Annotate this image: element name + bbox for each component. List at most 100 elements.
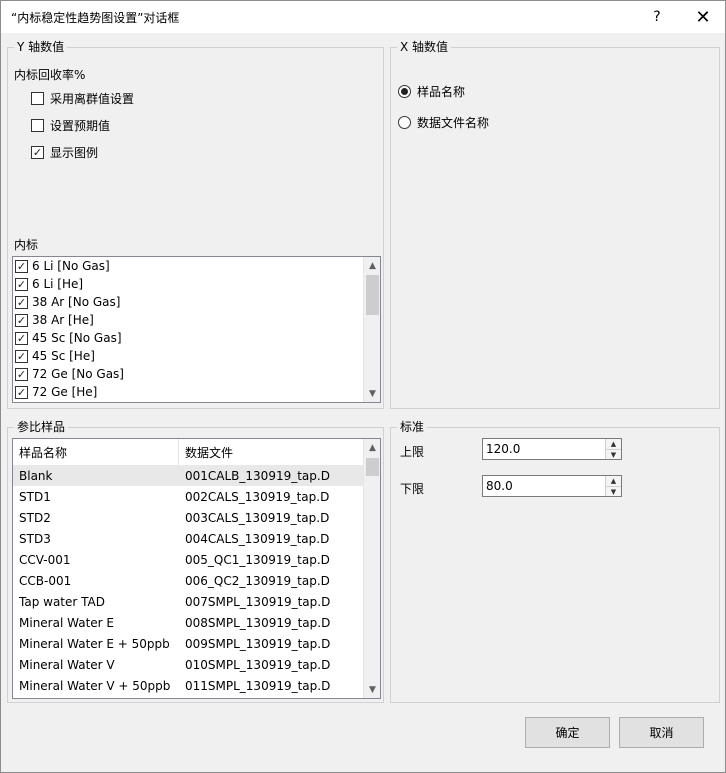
list-item[interactable]: ✓ 6 Li [He] xyxy=(13,275,83,293)
list-item-label: 45 Sc [No Gas] xyxy=(32,331,122,345)
table-row[interactable]: Mineral Water E 008SMPL_130919_tap.D xyxy=(13,612,365,633)
sample-name-label: 样品名称 xyxy=(417,85,466,99)
internal-std-label: 内标 xyxy=(14,238,39,252)
list-item-label: 38 Ar [He] xyxy=(32,313,94,327)
ref-samples-table[interactable]: 样品名称 数据文件 Blank 001CALB_130919_tap.D STD… xyxy=(12,438,381,699)
cell-sample-name: Blank xyxy=(19,468,53,483)
checkmark-icon: ✓ xyxy=(15,349,28,363)
data-file-name-radio[interactable]: 数据文件名称 xyxy=(398,114,489,131)
radio-circle xyxy=(398,85,411,98)
cell-data-file: 011SMPL_130919_tap.D xyxy=(185,678,331,693)
cell-data-file: 007SMPL_130919_tap.D xyxy=(185,594,331,609)
table-row[interactable]: Tap water TAD 007SMPL_130919_tap.D xyxy=(13,591,365,612)
help-button[interactable]: ? xyxy=(637,1,677,33)
upper-limit-value[interactable]: 120.0 xyxy=(486,442,520,456)
spin-buttons: ▲ ▼ xyxy=(605,439,621,459)
table-header: 样品名称 数据文件 xyxy=(13,439,365,465)
list-item-label: 38 Ar [No Gas] xyxy=(32,295,121,309)
upper-limit-spinner[interactable]: 120.0 ▲ ▼ xyxy=(482,438,622,460)
checkmark-icon: ✓ xyxy=(15,367,28,381)
cancel-button[interactable]: 取消 xyxy=(619,717,704,748)
scroll-down-icon[interactable]: ▼ xyxy=(364,681,380,698)
recovery-label: 内标回收率% xyxy=(14,68,86,82)
table-row[interactable]: CCV-001 005_QC1_130919_tap.D xyxy=(13,549,365,570)
cell-data-file: 009SMPL_130919_tap.D xyxy=(185,636,331,651)
scroll-up-icon[interactable]: ▲ xyxy=(364,257,380,274)
list-item[interactable]: ✓ 38 Ar [He] xyxy=(13,311,94,329)
checkmark-icon: ✓ xyxy=(15,385,28,399)
checkmark-icon: ✓ xyxy=(31,146,44,159)
outlier-label: 采用离群值设置 xyxy=(50,92,135,106)
cell-sample-name: Mineral Water V xyxy=(19,657,115,672)
table-row[interactable]: STD3 004CALS_130919_tap.D xyxy=(13,528,365,549)
radio-dot xyxy=(401,88,408,95)
vertical-scrollbar[interactable]: ▲ ▼ xyxy=(363,257,380,402)
cell-data-file: 001CALB_130919_tap.D xyxy=(185,468,330,483)
dialog-title: “内标稳定性趋势图设置”对话框 xyxy=(11,11,180,25)
expected-value-label: 设置预期值 xyxy=(50,119,111,133)
internal-std-list[interactable]: ✓ 6 Li [No Gas] ✓ 6 Li [He] ✓ 38 Ar [No … xyxy=(12,256,381,403)
checkmark-icon: ✓ xyxy=(15,295,28,309)
standard-legend: 标准 xyxy=(397,420,428,434)
table-row[interactable]: STD1 002CALS_130919_tap.D xyxy=(13,486,365,507)
cell-sample-name: STD2 xyxy=(19,510,51,525)
expected-value-checkbox[interactable]: 设置预期值 xyxy=(31,117,110,134)
table-row[interactable]: STD2 003CALS_130919_tap.D xyxy=(13,507,365,528)
table-row[interactable]: CCB-001 006_QC2_130919_tap.D xyxy=(13,570,365,591)
checkmark-icon: ✓ xyxy=(15,259,28,273)
ok-button[interactable]: 确定 xyxy=(525,717,610,748)
cell-sample-name: CCV-001 xyxy=(19,552,71,567)
column-header-sample-name[interactable]: 样品名称 xyxy=(13,439,179,465)
question-icon: ? xyxy=(653,9,661,25)
list-item[interactable]: ✓ 72 Ge [No Gas] xyxy=(13,365,124,383)
lower-limit-spinner[interactable]: 80.0 ▲ ▼ xyxy=(482,475,622,497)
cell-data-file: 005_QC1_130919_tap.D xyxy=(185,552,330,567)
x-axis-legend: X 轴数值 xyxy=(397,40,452,54)
cell-sample-name: Mineral Water V + 50ppb xyxy=(19,678,171,693)
spin-down-icon[interactable]: ▼ xyxy=(606,449,621,459)
show-legend-checkbox[interactable]: ✓ 显示图例 xyxy=(31,144,98,161)
checkmark-icon: ✓ xyxy=(15,277,28,291)
spin-buttons: ▲ ▼ xyxy=(605,476,621,496)
sample-name-radio[interactable]: 样品名称 xyxy=(398,83,465,100)
list-item-label: 72 Ge [He] xyxy=(32,385,98,399)
cell-sample-name: CCB-001 xyxy=(19,573,72,588)
scroll-thumb[interactable] xyxy=(366,458,379,476)
table-row[interactable]: Mineral Water V 010SMPL_130919_tap.D xyxy=(13,654,365,675)
lower-limit-value[interactable]: 80.0 xyxy=(486,479,513,493)
radio-circle xyxy=(398,116,411,129)
cell-sample-name: STD1 xyxy=(19,489,51,504)
scroll-up-icon[interactable]: ▲ xyxy=(364,439,380,456)
cell-data-file: 008SMPL_130919_tap.D xyxy=(185,615,331,630)
title-bar: “内标稳定性趋势图设置”对话框 ? ✕ xyxy=(1,1,725,33)
checkbox-box xyxy=(31,119,44,132)
outlier-checkbox[interactable]: 采用离群值设置 xyxy=(31,90,134,107)
cell-data-file: 002CALS_130919_tap.D xyxy=(185,489,330,504)
list-item-label: 45 Sc [He] xyxy=(32,349,95,363)
list-item[interactable]: ✓ 38 Ar [No Gas] xyxy=(13,293,120,311)
vertical-scrollbar[interactable]: ▲ ▼ xyxy=(363,439,380,698)
list-item[interactable]: ✓ 45 Sc [He] xyxy=(13,347,95,365)
table-row[interactable]: Blank 001CALB_130919_tap.D xyxy=(13,465,365,486)
lower-limit-label: 下限 xyxy=(400,482,425,496)
spin-up-icon[interactable]: ▲ xyxy=(606,476,621,486)
list-item[interactable]: ✓ 45 Sc [No Gas] xyxy=(13,329,122,347)
checkbox-box xyxy=(31,92,44,105)
list-item[interactable]: ✓ 6 Li [No Gas] xyxy=(13,257,110,275)
dialog-window: “内标稳定性趋势图设置”对话框 ? ✕ Y 轴数值 内标回收率% 采用离群值设置… xyxy=(0,0,726,773)
checkmark-icon: ✓ xyxy=(15,313,28,327)
y-axis-legend: Y 轴数值 xyxy=(14,40,68,54)
scroll-down-icon[interactable]: ▼ xyxy=(364,385,380,402)
cell-sample-name: Mineral Water E xyxy=(19,615,114,630)
spin-down-icon[interactable]: ▼ xyxy=(606,486,621,496)
cell-sample-name: STD3 xyxy=(19,531,51,546)
spin-up-icon[interactable]: ▲ xyxy=(606,439,621,449)
table-row[interactable]: Mineral Water E + 50ppb 009SMPL_130919_t… xyxy=(13,633,365,654)
table-row[interactable]: Mineral Water V + 50ppb 011SMPL_130919_t… xyxy=(13,675,365,696)
column-header-data-file[interactable]: 数据文件 xyxy=(179,439,365,465)
upper-limit-label: 上限 xyxy=(400,445,425,459)
data-file-name-label: 数据文件名称 xyxy=(417,116,490,130)
close-button[interactable]: ✕ xyxy=(683,1,723,33)
scroll-thumb[interactable] xyxy=(366,275,379,315)
list-item[interactable]: ✓ 72 Ge [He] xyxy=(13,383,97,401)
